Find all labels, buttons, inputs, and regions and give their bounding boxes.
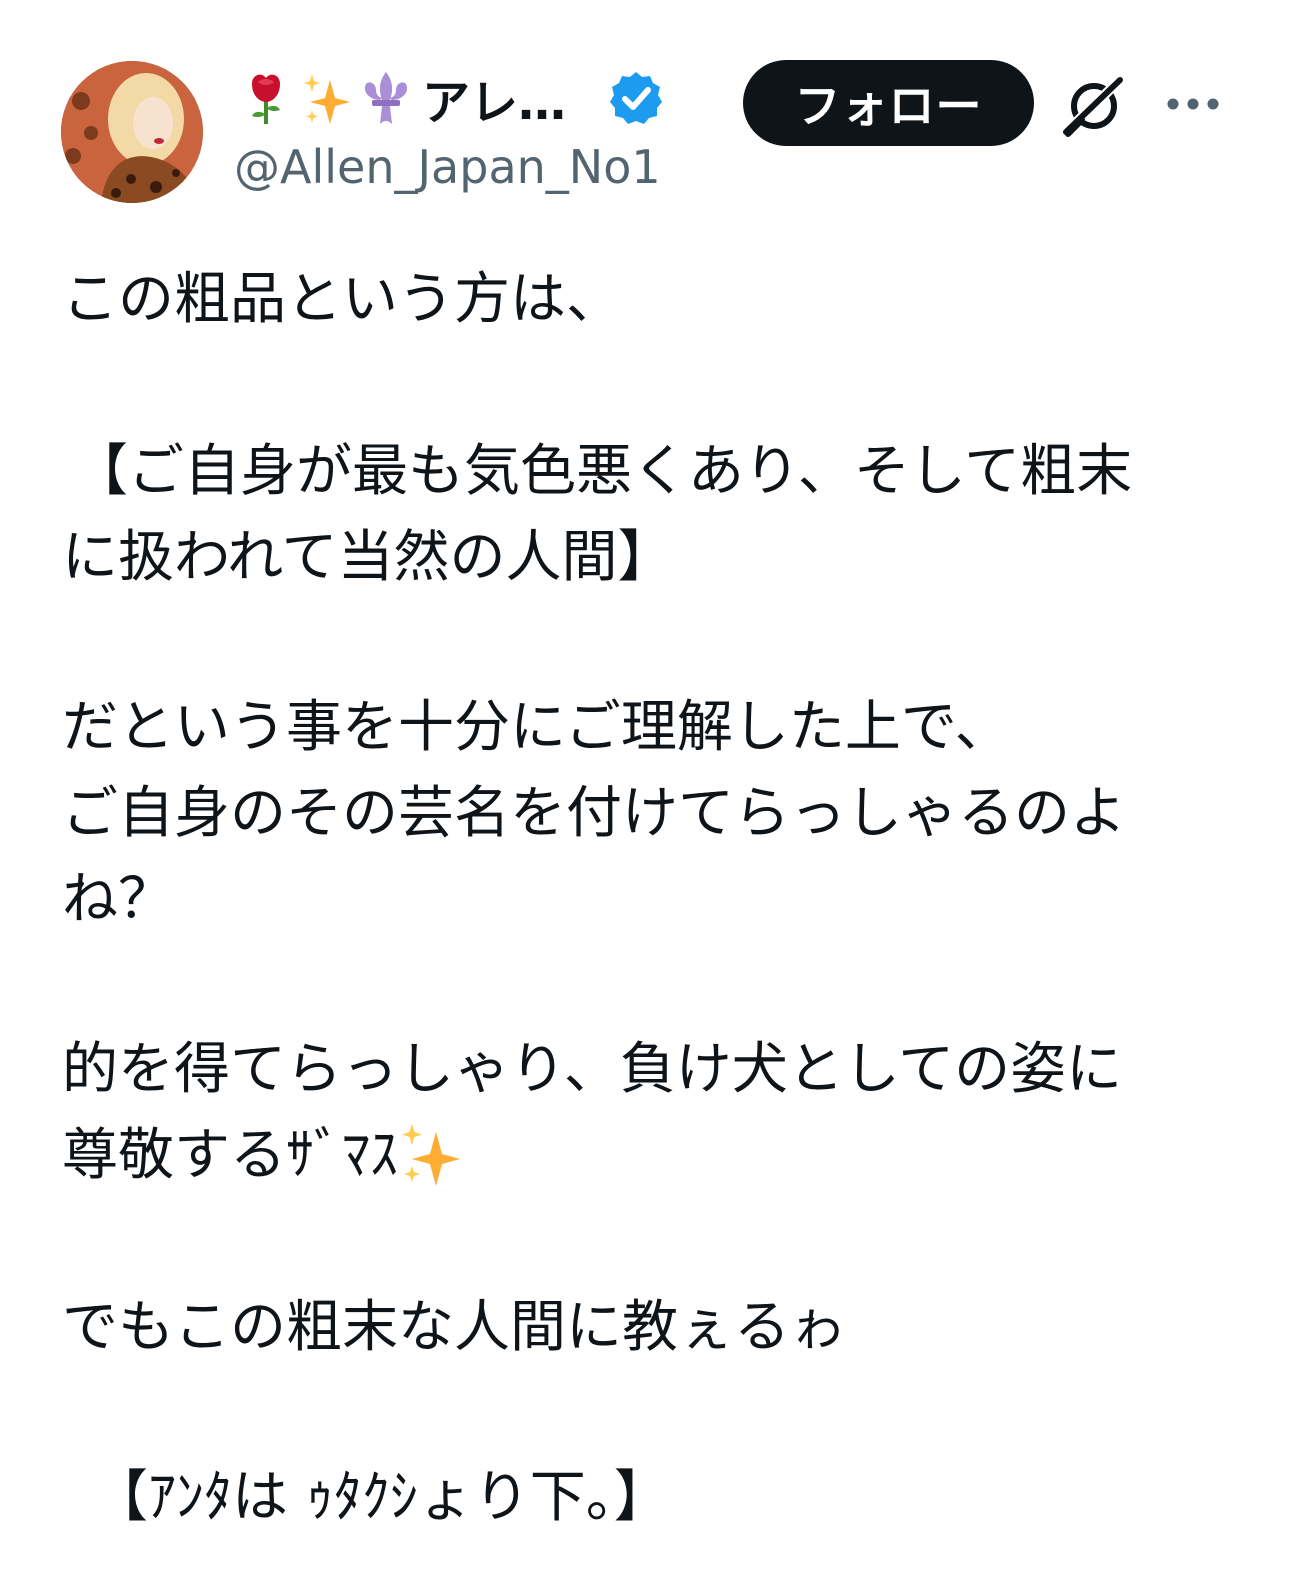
tweet-line: 【ご自身が最も気色悪くあり、そして粗末 [72,439,1133,504]
tweet-line: 的を得てらっしゃり、負け犬としての姿に [62,1037,1123,1102]
tweet-line: ご自身のその芸名を付けてらっしゃるのよ [62,781,1126,846]
tweet-line-with-emoji: 尊敬するｻﾞﾏｽ [62,1116,462,1196]
tweet-header: アレ… @Allen_Japan_No1 フォロー [0,0,1300,230]
author-handle[interactable]: @Allen_Japan_No1 [234,140,661,194]
tweet-line: に扱われて当然の人間】 [62,525,674,590]
tweet-line: でもこの粗末な人間に教ぇるゎ [62,1295,846,1360]
tweet-line: 【ｱﾝﾀは ｩﾀｸｼょり下。】 [92,1465,670,1530]
more-options-icon[interactable] [1164,88,1222,120]
follow-button[interactable]: フォロー [743,60,1034,146]
sparkles-emoji [398,1120,462,1186]
avatar-image [61,61,203,203]
avatar[interactable] [61,61,203,203]
grok-icon[interactable] [1060,72,1128,138]
verified-badge-icon[interactable] [608,70,664,126]
rose-emoji [240,70,292,126]
sparkles-emoji [300,70,352,126]
tweet-line: ね？ [62,867,174,932]
tweet-line: だという事を十分にご理解した上で、 [62,695,1011,760]
tweet-line: この粗品という方は、 [62,267,622,332]
tweet-line-text: 尊敬するｻﾞﾏｽ [62,1123,398,1188]
fleur-de-lis-emoji [360,70,412,126]
author-display-name[interactable]: アレ… [422,63,566,133]
author-name-row[interactable]: アレ… [240,63,664,133]
